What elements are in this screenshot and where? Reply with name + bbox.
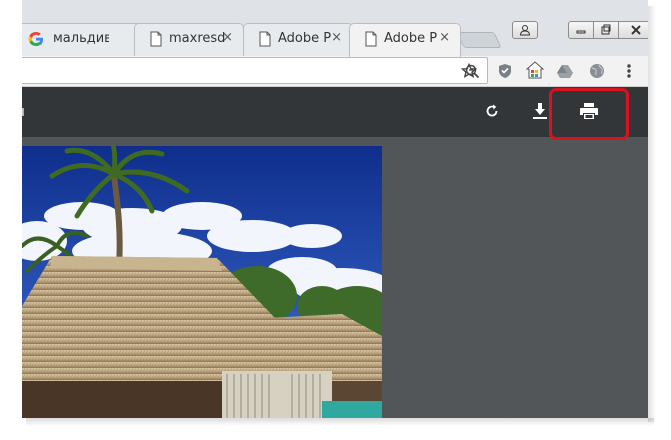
close-icon[interactable]	[618, 21, 648, 39]
drive-extension-icon[interactable]	[556, 62, 574, 80]
page-icon	[363, 31, 379, 47]
tab-label: Adobe P	[384, 31, 438, 46]
google-icon	[28, 31, 44, 47]
new-tab-button[interactable]	[456, 32, 502, 48]
browser-window: мальдив × maxresd × Adobe P × Adobe P ×	[22, 0, 648, 418]
restore-icon[interactable]	[593, 21, 619, 39]
window-shadow-right	[648, 6, 656, 422]
menu-icon[interactable]	[620, 62, 638, 80]
tab-maxresdefault[interactable]: maxresd ×	[134, 23, 244, 56]
tab-label: Adobe P	[278, 31, 332, 46]
document-title-fragment: ı	[22, 104, 25, 120]
tab-label: maxresd	[169, 31, 225, 46]
profile-icon[interactable]	[512, 21, 538, 39]
tab-label: мальдив	[53, 31, 109, 46]
globe-extension-icon[interactable]	[588, 62, 606, 80]
tab-close-icon[interactable]: ×	[331, 30, 342, 46]
download-icon[interactable]	[530, 101, 550, 121]
tab-adobe-pdf[interactable]: Adobe P ×	[243, 23, 353, 56]
tab-close-icon[interactable]: ×	[439, 30, 450, 46]
tab-close-icon[interactable]: ×	[222, 30, 233, 46]
address-bar[interactable]	[22, 57, 488, 84]
print-button-highlight	[549, 88, 629, 140]
rotate-icon[interactable]	[482, 101, 502, 121]
tab-adobe-pdf-active[interactable]: Adobe P ×	[349, 23, 461, 57]
shield-extension-icon[interactable]	[496, 62, 514, 80]
pdf-page-image	[22, 146, 382, 418]
apps-extension-icon[interactable]	[526, 61, 544, 79]
star-icon[interactable]	[460, 62, 478, 80]
page-icon	[148, 31, 164, 47]
page-icon	[257, 31, 273, 47]
window-shadow-bottom	[26, 418, 654, 426]
browser-toolbar	[22, 56, 648, 87]
tab-strip: мальдив × maxresd × Adobe P × Adobe P ×	[22, 0, 648, 57]
minimize-icon[interactable]	[568, 21, 594, 39]
